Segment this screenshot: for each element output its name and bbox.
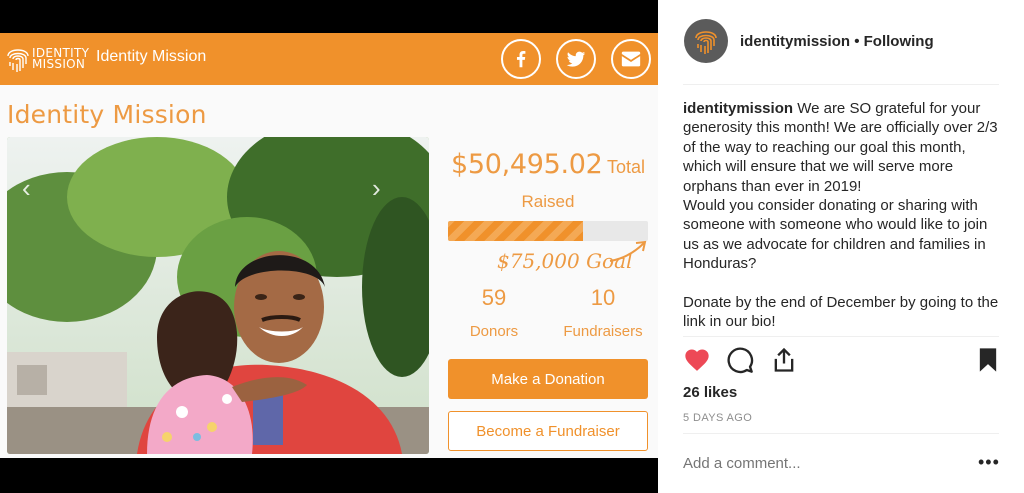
make-donation-button[interactable]: Make a Donation [448, 359, 648, 399]
campaign-title: Identity Mission [7, 100, 207, 129]
donors-label: Donors [469, 323, 519, 340]
father-daughter-photo [7, 137, 429, 454]
post-caption: identitymission We are SO grateful for y… [683, 99, 1003, 332]
amount-raised: $50,495.02 Total [448, 149, 648, 180]
raised-label-total: Total [607, 157, 646, 177]
username-link[interactable]: identitymission [740, 33, 850, 50]
fundraiser-screenshot: IDENTITY MISSION Identity Mission Identi… [0, 33, 658, 458]
more-options-button[interactable]: ••• [978, 452, 1000, 473]
donors-count: 59 [481, 285, 507, 310]
site-header: IDENTITY MISSION Identity Mission [0, 33, 658, 85]
post-media: IDENTITY MISSION Identity Mission Identi… [0, 0, 658, 493]
share-icon [774, 347, 794, 372]
following-button[interactable]: Following [864, 33, 934, 50]
goal-progress-bar [448, 221, 648, 241]
fingerprint-icon [695, 31, 717, 54]
campaign-photo [7, 137, 429, 454]
twitter-button[interactable] [556, 39, 596, 79]
comment-button[interactable] [726, 346, 754, 374]
post-actions [683, 346, 1003, 376]
share-button[interactable] [770, 346, 798, 374]
fundraisers-label: Fundraisers [563, 323, 643, 340]
raised-label: Raised [521, 192, 575, 211]
become-fundraiser-button[interactable]: Become a Fundraiser [448, 411, 648, 451]
caption-author-link[interactable]: identitymission [683, 100, 793, 117]
post-header: identitymission • Following [658, 0, 1024, 84]
caption-divider [683, 336, 999, 337]
heart-icon [685, 349, 709, 371]
comment-divider [683, 433, 999, 434]
goal-progress-fill [448, 221, 583, 241]
comment-input[interactable] [683, 455, 943, 472]
logo-line-2: MISSION [32, 57, 86, 71]
carousel-prev-button[interactable]: ‹ [22, 173, 31, 204]
email-button[interactable] [611, 39, 651, 79]
caption-text: We are SO grateful for your generosity t… [683, 100, 999, 331]
site-logo: IDENTITY MISSION [5, 42, 89, 78]
donors-stat: 59 Donors [456, 285, 532, 340]
separator-dot: • [854, 33, 860, 50]
fundraisers-stat: 10 Fundraisers [560, 285, 646, 340]
site-name[interactable]: Identity Mission [96, 48, 206, 66]
like-button[interactable] [683, 346, 711, 374]
raised-amount: $50,495.02 [450, 149, 603, 180]
instagram-post-panel: identitymission • Following identitymiss… [658, 0, 1024, 493]
arrow-up-right-icon [609, 240, 647, 262]
twitter-icon [566, 51, 586, 67]
save-button[interactable] [974, 346, 1002, 374]
fingerprint-icon [7, 49, 29, 72]
fundraisers-count: 10 [590, 285, 616, 310]
avatar[interactable] [684, 19, 728, 63]
post-timestamp[interactable]: 5 DAYS AGO [683, 412, 752, 424]
likes-count[interactable]: 26 likes [683, 384, 737, 401]
carousel-next-button[interactable]: › [372, 173, 381, 204]
email-icon [621, 51, 641, 67]
comment-icon [727, 347, 754, 374]
bookmark-icon [979, 348, 997, 372]
header-divider [683, 84, 999, 85]
facebook-icon [516, 51, 526, 68]
facebook-button[interactable] [501, 39, 541, 79]
